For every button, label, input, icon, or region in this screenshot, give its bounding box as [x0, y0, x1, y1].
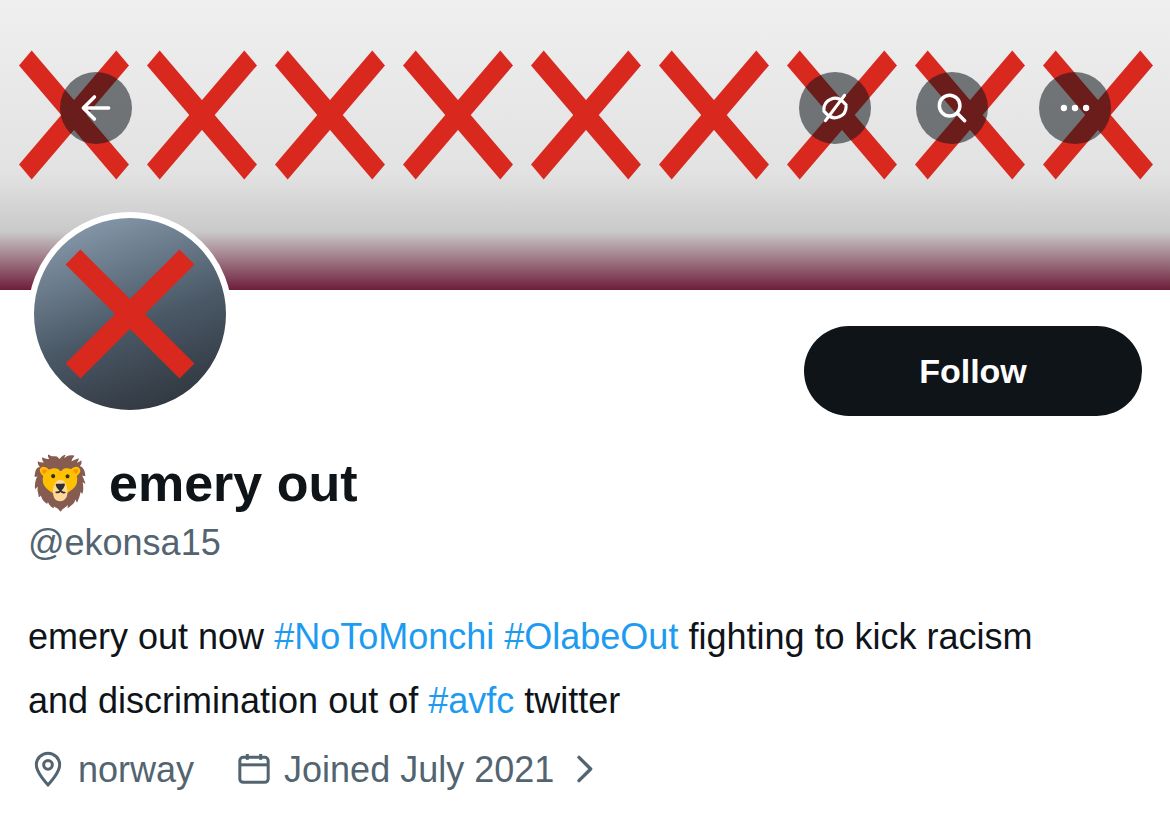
avatar-image[interactable]: [28, 212, 232, 416]
cross-icon: [266, 40, 394, 190]
hashtag-link[interactable]: #avfc: [428, 680, 514, 721]
hashtag-link[interactable]: #NoToMonchi: [274, 616, 494, 657]
cross-icon: [138, 40, 266, 190]
name-emoji: 🦁: [28, 455, 93, 512]
cross-icon: [522, 40, 650, 190]
display-name: emery out: [109, 454, 358, 514]
banner-crosses: [0, 0, 1170, 190]
cross-icon: [394, 40, 522, 190]
more-dots-icon: [1056, 89, 1094, 127]
profile-meta: norway Joined July 2021: [28, 747, 1142, 792]
translate-button[interactable]: [799, 72, 871, 144]
search-icon: [933, 89, 971, 127]
profile-header: Follow: [0, 212, 1170, 416]
bio-text: [494, 616, 504, 657]
calendar-icon: [234, 749, 274, 789]
handle: @ekonsa15: [28, 520, 1142, 567]
bio: emery out now #NoToMonchi #OlabeOut figh…: [28, 605, 1142, 733]
no-sync-icon: [816, 89, 854, 127]
bio-text: emery out now: [28, 616, 274, 657]
more-button[interactable]: [1039, 72, 1111, 144]
location-text: norway: [78, 747, 194, 792]
search-button[interactable]: [916, 72, 988, 144]
back-button[interactable]: [60, 72, 132, 144]
display-name-row: 🦁 emery out: [28, 452, 1142, 516]
chevron-right-icon: [564, 749, 604, 789]
location: norway: [28, 747, 194, 792]
cross-icon: [55, 239, 205, 389]
joined-text: Joined July 2021: [284, 747, 554, 792]
profile-info: 🦁 emery out @ekonsa15 emery out now #NoToMo…: [0, 452, 1170, 792]
hashtag-link[interactable]: #OlabeOut: [504, 616, 678, 657]
back-arrow-icon: [77, 89, 115, 127]
cross-icon: [650, 40, 778, 190]
location-pin-icon: [28, 749, 68, 789]
follow-button[interactable]: Follow: [804, 326, 1142, 416]
bio-text: twitter: [514, 680, 620, 721]
joined-date[interactable]: Joined July 2021: [234, 747, 604, 792]
